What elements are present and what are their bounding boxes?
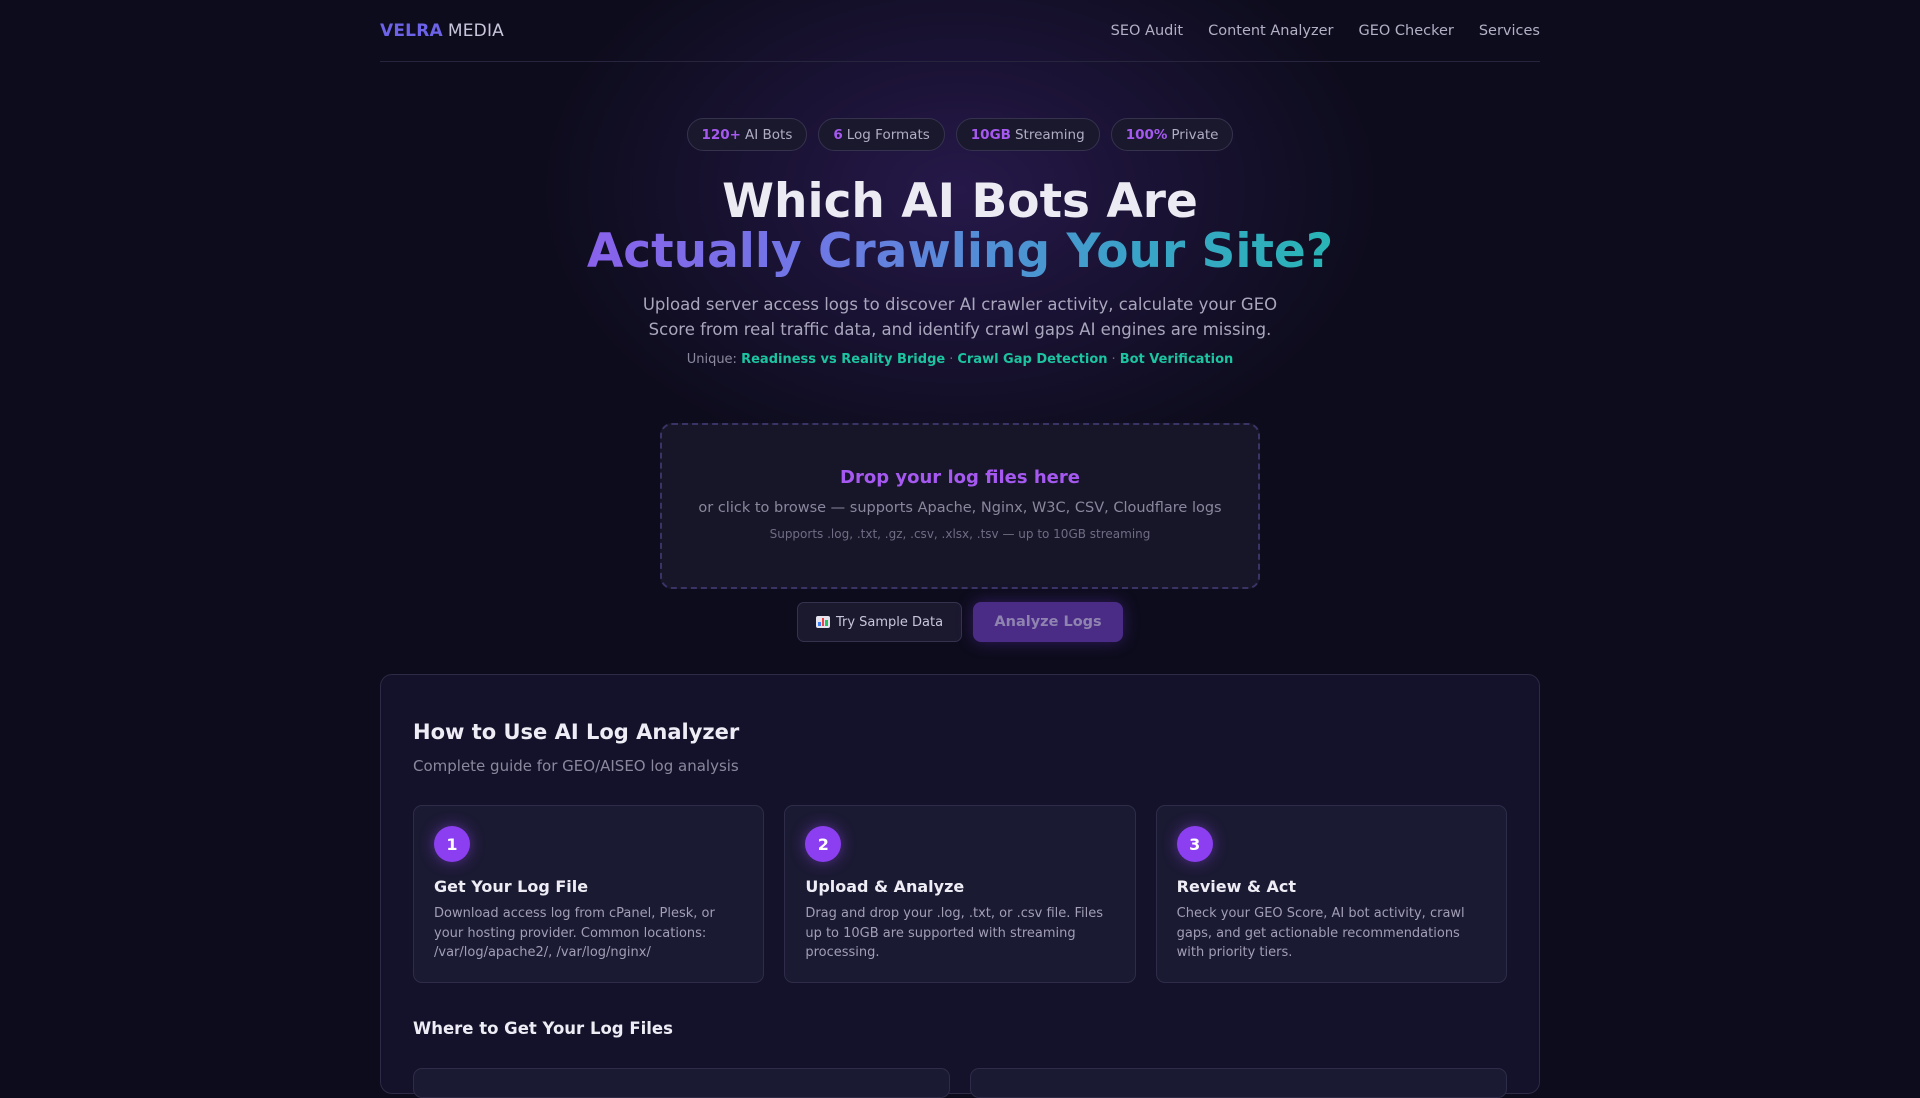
badge-number: 120+ (701, 126, 742, 143)
step-number: 1 (434, 826, 470, 862)
guide-steps: 1 Get Your Log File Download access log … (413, 805, 1507, 983)
analyze-logs-button[interactable]: Analyze Logs (973, 602, 1124, 642)
badge-number: 100% (1125, 126, 1168, 143)
try-sample-data-label: Try Sample Data (835, 614, 944, 630)
hero-subtitle: Upload server access logs to discover AI… (380, 292, 1540, 342)
step-card: 1 Get Your Log File Download access log … (413, 805, 765, 983)
action-buttons: Try Sample Data Analyze Logs (380, 602, 1540, 642)
header: VELRA MEDIA SEO Audit Content Analyzer GE… (380, 0, 1540, 62)
feature-crawl-gap: Crawl Gap Detection (957, 352, 1108, 367)
log-source-card (970, 1068, 1507, 1098)
stat-badges: 120+ AI Bots 6 Log Formats 10GB Streaming 1… (380, 118, 1540, 151)
how-to-guide: How to Use AI Log Analyzer Complete guid… (380, 674, 1540, 1098)
guide-title: How to Use AI Log Analyzer (413, 720, 740, 744)
feature-bot-verification: Bot Verification (1119, 352, 1234, 367)
badge-ai-bots: 120+ AI Bots (686, 118, 808, 151)
logo[interactable]: VELRA MEDIA (380, 21, 504, 41)
page: VELRA MEDIA SEO Audit Content Analyzer GE… (380, 0, 1540, 1098)
log-source-card (413, 1068, 950, 1098)
where-to-get-logs-heading: Where to Get Your Log Files (413, 1019, 673, 1038)
try-sample-data-button[interactable]: Try Sample Data (796, 602, 963, 642)
step-title: Upload & Analyze (805, 877, 965, 896)
unique-label: Unique: (686, 352, 737, 367)
logo-brand: VELRA (380, 20, 443, 41)
hero-title-line2: Actually Crawling Your Site? (380, 227, 1540, 277)
step-description: Download access log from cPanel, Plesk, … (434, 906, 715, 960)
feature-readiness-bridge: Readiness vs Reality Bridge (741, 352, 946, 367)
hero-subtitle-line2: Score from real traffic data, and identi… (648, 320, 1272, 339)
nav-seo-audit[interactable]: SEO Audit (1111, 23, 1183, 39)
hero-title: Which AI Bots Are Actually Crawling Your… (380, 177, 1540, 277)
step-number: 3 (1176, 826, 1213, 862)
file-dropzone[interactable]: Drop your log files here or click to bro… (660, 423, 1260, 589)
hero-title-line1: Which AI Bots Are (722, 174, 1198, 229)
step-card: 2 Upload & Analyze Drag and drop your .l… (784, 805, 1136, 983)
separator: · (949, 352, 954, 367)
log-source-cards (413, 1068, 1507, 1098)
step-description: Check your GEO Score, AI bot activity, c… (1176, 906, 1465, 960)
badge-log-formats: 6 Log Formats (818, 118, 945, 151)
badge-private: 100% Private (1110, 118, 1234, 151)
dropzone-note: Supports .log, .txt, .gz, .csv, .xlsx, .… (769, 527, 1151, 541)
dropzone-title: Drop your log files here (840, 467, 1080, 488)
step-card: 3 Review & Act Check your GEO Score, AI … (1155, 805, 1507, 983)
nav-services[interactable]: Services (1479, 23, 1540, 39)
logo-suffix: MEDIA (447, 20, 505, 41)
badge-label: Streaming (1014, 126, 1085, 143)
badge-label: AI Bots (745, 126, 793, 143)
badge-streaming: 10GB Streaming (955, 118, 1100, 151)
badge-label: Private (1171, 126, 1219, 143)
step-title: Review & Act (1176, 877, 1296, 896)
badge-number: 6 (833, 126, 843, 143)
separator: · (1111, 352, 1116, 367)
hero-subtitle-line1: Upload server access logs to discover AI… (642, 295, 1278, 314)
bar-chart-icon (815, 616, 830, 628)
nav-geo-checker[interactable]: GEO Checker (1358, 23, 1453, 39)
main-nav: SEO Audit Content Analyzer GEO Checker S… (1086, 23, 1540, 39)
step-description: Drag and drop your .log, .txt, or .csv f… (805, 906, 1104, 960)
badge-label: Log Formats (846, 126, 930, 143)
badge-number: 10GB (970, 126, 1011, 143)
nav-content-analyzer[interactable]: Content Analyzer (1208, 23, 1333, 39)
step-title: Get Your Log File (434, 877, 589, 896)
guide-subtitle: Complete guide for GEO/AISEO log analysi… (413, 757, 739, 775)
dropzone-subtitle: or click to browse — supports Apache, Ng… (698, 500, 1222, 516)
unique-features: Unique: Readiness vs Reality Bridge · Craw… (380, 352, 1540, 367)
step-number: 2 (805, 826, 842, 862)
